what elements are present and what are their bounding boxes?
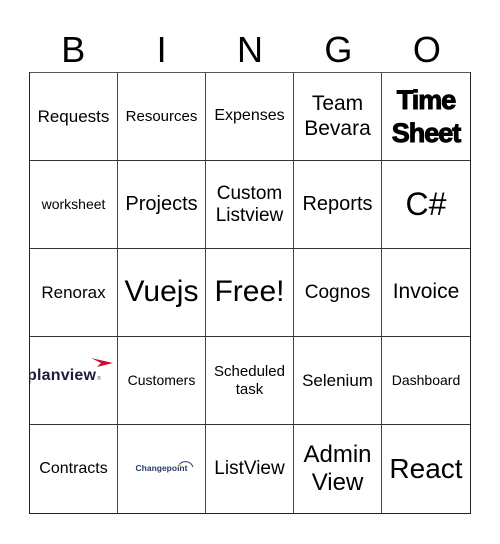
bingo-grid: Requests Resources Expenses Team Bevara Time S…	[29, 72, 471, 514]
planview-arrow-icon	[90, 358, 113, 368]
bingo-cell-resources[interactable]: Resources	[118, 73, 206, 161]
bingo-cell-text: Requests	[37, 106, 110, 126]
header-letter-b: B	[61, 29, 86, 70]
bingo-cell-text: Expenses	[214, 107, 285, 125]
bingo-cell-invoice[interactable]: Invoice	[382, 249, 470, 337]
bingo-cell-text: React	[389, 452, 463, 484]
bingo-cell-renorax[interactable]: Renorax	[30, 249, 118, 337]
bingo-cell-selenium[interactable]: Selenium	[294, 337, 382, 425]
bingo-cell-expenses[interactable]: Expenses	[206, 73, 294, 161]
header-letter-o: O	[412, 29, 441, 70]
bingo-cell-text: C#	[405, 186, 447, 223]
bingo-cell-text: Time Sheet	[391, 85, 462, 148]
bingo-cell-text: Contracts	[39, 459, 108, 477]
bingo-cell-contracts[interactable]: Contracts	[30, 425, 118, 513]
bingo-cell-planview[interactable]: planview ®	[30, 337, 118, 425]
bingo-cell-free[interactable]: Free!	[206, 249, 294, 337]
bingo-cell-text: Invoice	[392, 280, 460, 304]
bingo-cell-changepoint[interactable]: Changepoint	[118, 425, 206, 513]
header-letter-g: G	[324, 29, 353, 70]
bingo-cell-text: Free!	[214, 275, 285, 309]
bingo-cell-text: Admin View	[303, 441, 372, 496]
bingo-cell-text: Vuejs	[124, 275, 199, 309]
registered-mark-icon: ®	[97, 375, 101, 382]
bingo-cell-text: Projects	[125, 193, 198, 215]
bingo-cell-c[interactable]: C#	[382, 161, 470, 249]
bingo-cell-custom-listview[interactable]: Custom Listview	[206, 161, 294, 249]
bingo-cell-listview[interactable]: ListView	[206, 425, 294, 513]
bingo-cell-text: Resources	[125, 107, 198, 125]
changepoint-arc-icon	[179, 461, 194, 468]
bingo-cell-text: ListView	[214, 458, 285, 480]
bingo-cell-text: Reports	[302, 193, 373, 215]
bingo-cell-team-bevara[interactable]: Team Bevara	[294, 73, 382, 161]
bingo-cell-text: Cognos	[304, 281, 371, 303]
header-letter-n: N	[237, 29, 264, 70]
bingo-header: B I N G O	[29, 28, 471, 72]
bingo-cell-text: Custom Listview	[215, 182, 284, 226]
planview-logo: planview ®	[30, 358, 113, 385]
bingo-cell-text: Scheduled task	[214, 363, 285, 398]
bingo-cell-text: Dashboard	[391, 372, 461, 389]
bingo-cell-text: Customers	[127, 372, 196, 389]
bingo-cell-projects[interactable]: Projects	[118, 161, 206, 249]
bingo-cell-dashboard[interactable]: Dashboard	[382, 337, 470, 425]
bingo-cell-react[interactable]: React	[382, 425, 470, 513]
bingo-cell-time-sheet[interactable]: Time Sheet	[382, 73, 470, 161]
planview-logo-text: planview	[30, 367, 97, 385]
bingo-cell-cognos[interactable]: Cognos	[294, 249, 382, 337]
header-letter-i: I	[156, 29, 167, 70]
bingo-cell-text: Renorax	[41, 282, 106, 302]
bingo-cell-text: Selenium	[302, 370, 373, 390]
bingo-cell-text: Team Bevara	[304, 92, 371, 140]
bingo-cell-reports[interactable]: Reports	[294, 161, 382, 249]
bingo-cell-scheduled-task[interactable]: Scheduled task	[206, 337, 294, 425]
bingo-cell-admin-view[interactable]: Admin View	[294, 425, 382, 513]
bingo-cell-text: worksheet	[41, 196, 106, 213]
bingo-cell-worksheet[interactable]: worksheet	[30, 161, 118, 249]
changepoint-logo: Changepoint	[136, 461, 194, 474]
bingo-cell-customers[interactable]: Customers	[118, 337, 206, 425]
bingo-cell-vuejs[interactable]: Vuejs	[118, 249, 206, 337]
bingo-cell-requests[interactable]: Requests	[30, 73, 118, 161]
